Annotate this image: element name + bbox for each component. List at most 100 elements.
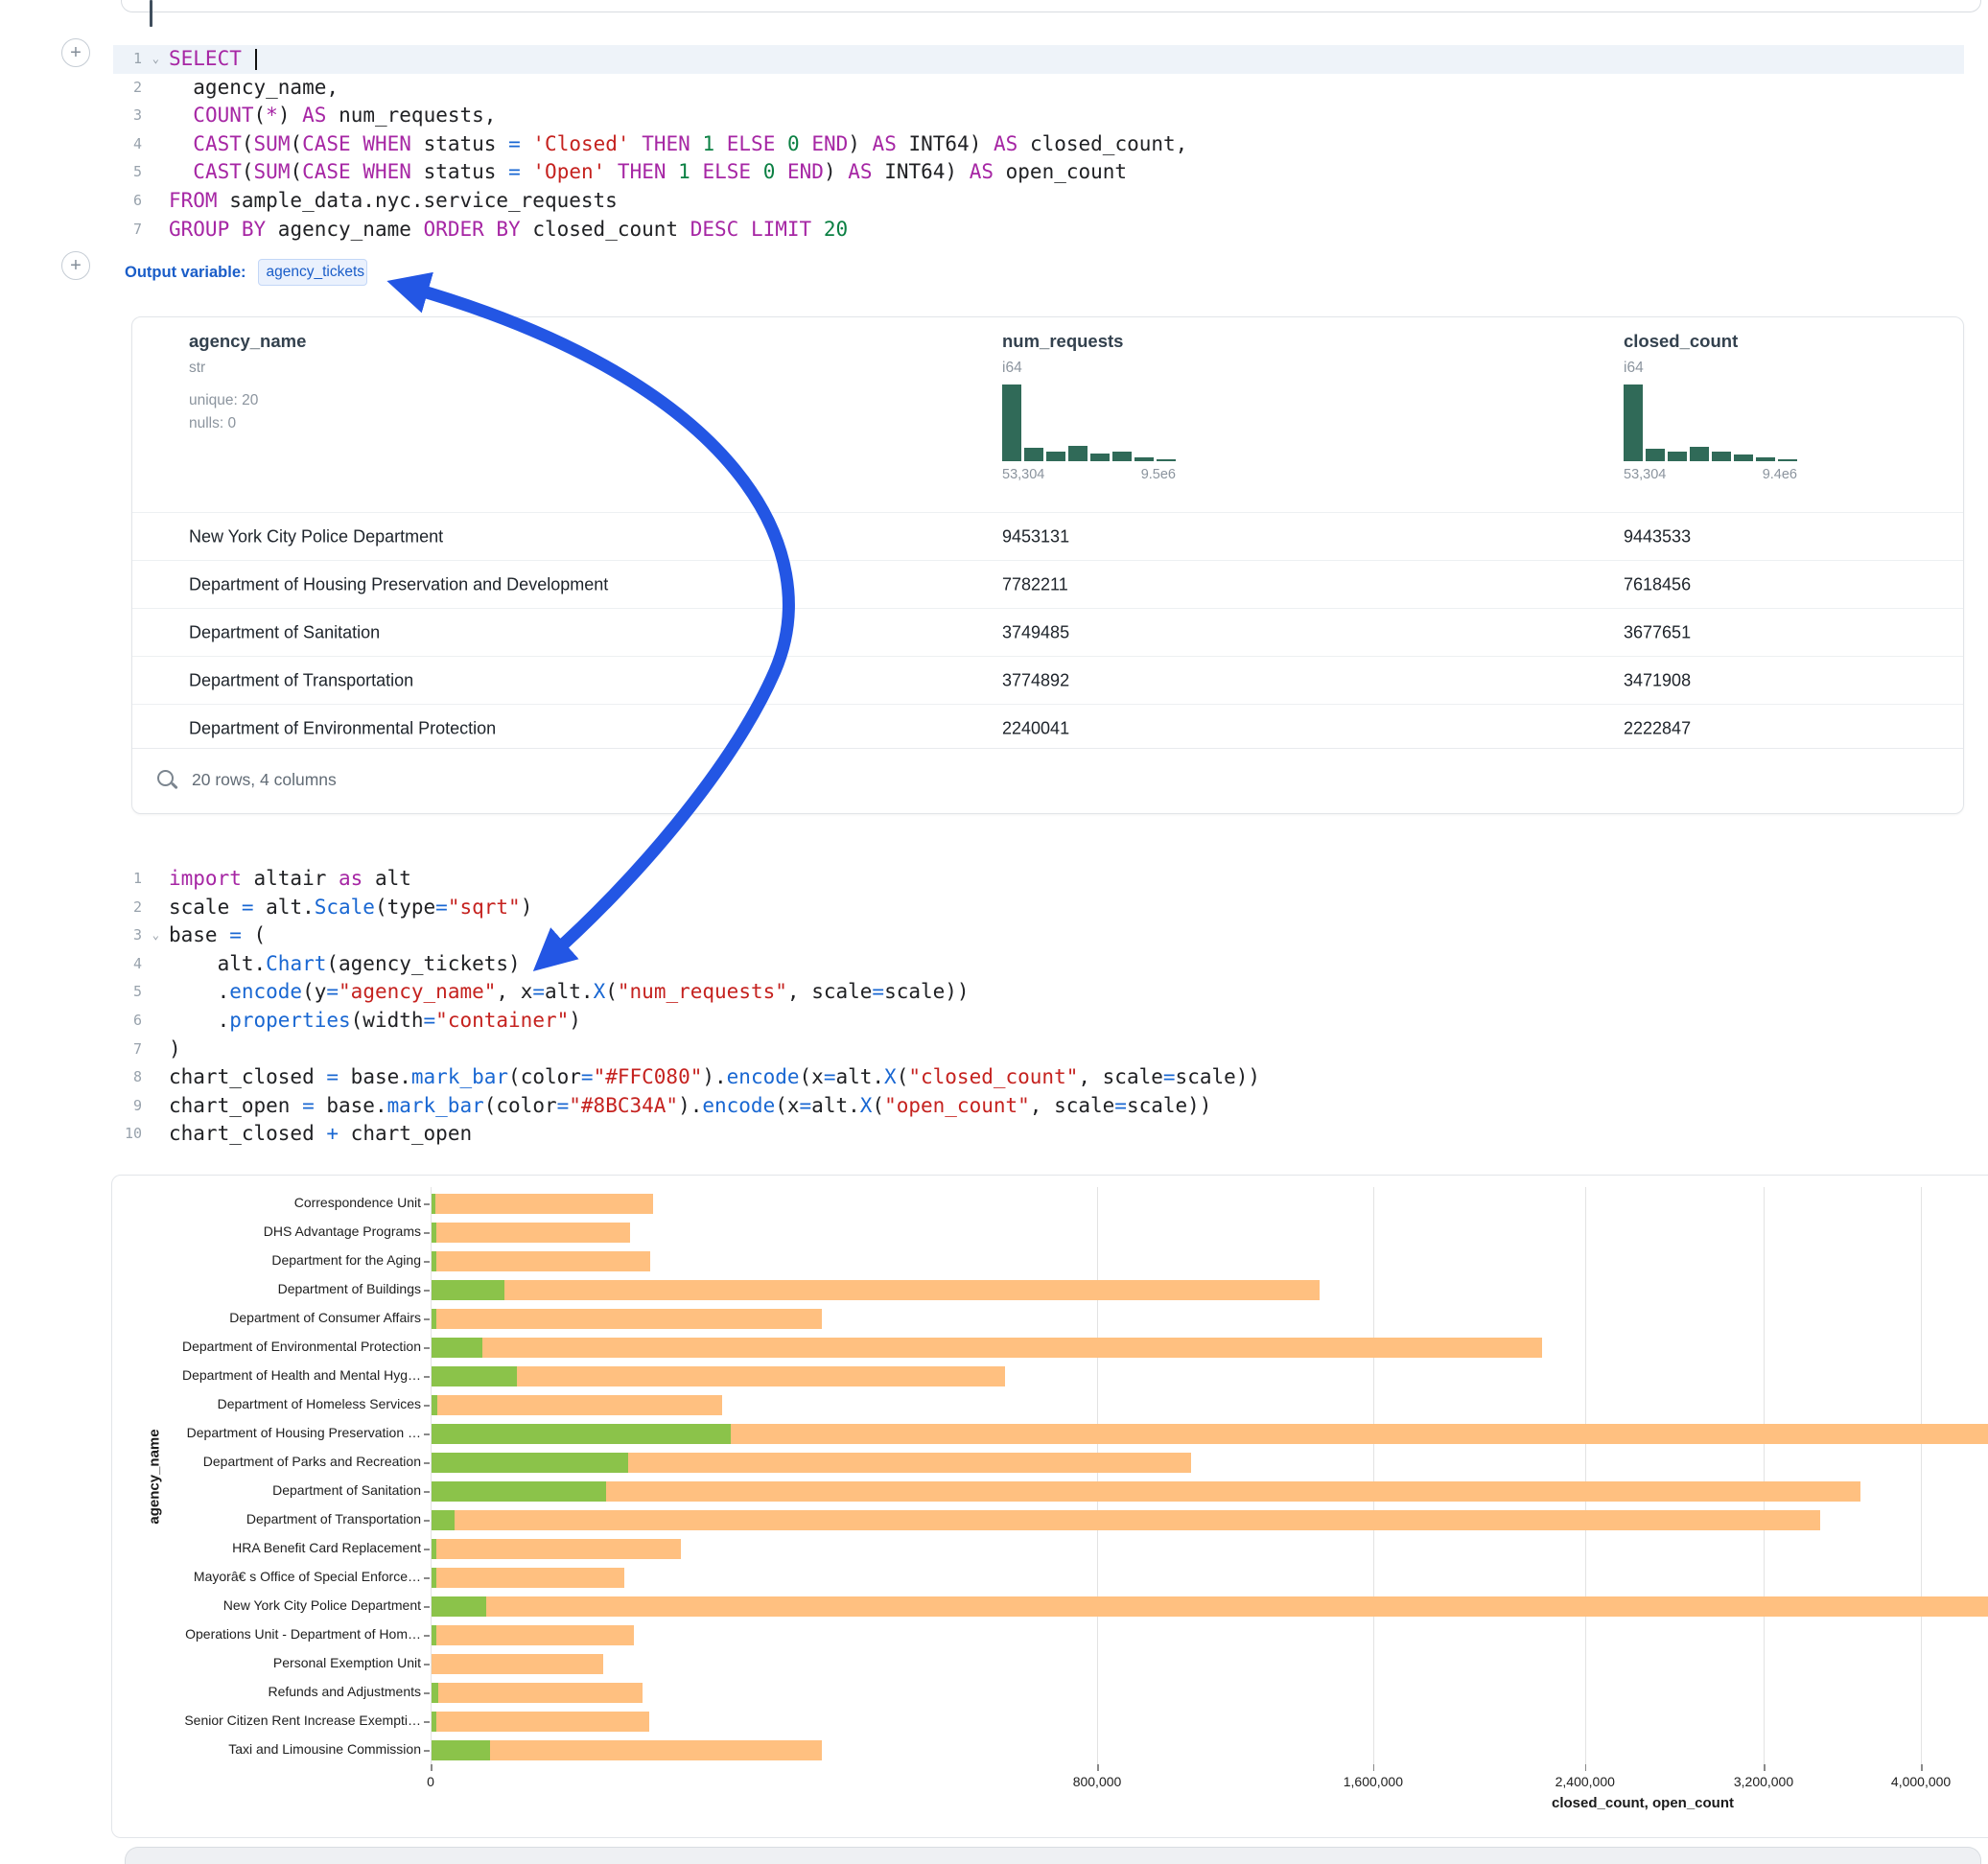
column-type: str xyxy=(189,360,205,377)
add-cell-button-top[interactable]: + xyxy=(61,38,90,67)
column-header[interactable]: closed_count xyxy=(1624,331,1738,352)
bar-closed xyxy=(432,1309,822,1329)
x-axis-tick xyxy=(1585,1764,1587,1771)
histogram-bar xyxy=(1068,446,1088,461)
y-axis-label: Operations Unit - Department of Hom… xyxy=(112,1626,421,1642)
histogram-max-label: 9.5e6 xyxy=(1114,467,1176,482)
table-row[interactable]: Department of Housing Preservation and D… xyxy=(132,560,1963,608)
bar-open xyxy=(432,1223,436,1243)
x-axis-label: 0 xyxy=(427,1774,434,1789)
output-variable-label: Output variable: xyxy=(125,264,246,282)
table-cell: Department of Housing Preservation and D… xyxy=(189,574,608,594)
line-number: 6 xyxy=(113,187,142,216)
code-line[interactable]: chart_open = base.mark_bar(color="#8BC34… xyxy=(169,1092,1260,1121)
next-cell-edge xyxy=(125,1847,1981,1864)
code-line[interactable]: GROUP BY agency_name ORDER BY closed_cou… xyxy=(169,216,1187,245)
y-axis-tick xyxy=(424,1750,430,1752)
table-summary: 20 rows, 4 columns xyxy=(192,770,337,790)
line-number: 3⌄ xyxy=(113,921,142,950)
add-cell-button-output[interactable]: + xyxy=(61,251,90,280)
y-axis-tick xyxy=(424,1261,430,1263)
column-histogram xyxy=(1624,384,1797,461)
bar-closed xyxy=(432,1596,1988,1617)
table-row[interactable]: New York City Police Department945313194… xyxy=(132,512,1963,560)
histogram-max-label: 9.4e6 xyxy=(1736,467,1797,482)
histogram-min-label: 53,304 xyxy=(1002,467,1044,482)
gridline xyxy=(1764,1187,1765,1764)
code-line[interactable]: chart_closed + chart_open xyxy=(169,1120,1260,1149)
code-line[interactable]: base = ( xyxy=(169,921,1260,950)
table-row[interactable]: Department of Environmental Protection22… xyxy=(132,704,1963,752)
y-axis-tick xyxy=(424,1692,430,1694)
x-axis-tick xyxy=(1764,1764,1766,1771)
bar-closed xyxy=(432,1740,822,1760)
histogram-bar xyxy=(1756,457,1775,461)
bar-closed xyxy=(432,1654,603,1674)
bar-open xyxy=(432,1280,504,1300)
table-row[interactable]: Department of Sanitation37494853677651 xyxy=(132,608,1963,656)
bar-open xyxy=(432,1424,731,1444)
fold-chevron-icon[interactable]: ⌄ xyxy=(152,45,159,74)
y-axis-tick xyxy=(424,1606,430,1608)
bar-closed xyxy=(432,1568,624,1588)
python-code-editor[interactable]: import altair as altscale = alt.Scale(ty… xyxy=(169,865,1260,1149)
bar-closed xyxy=(432,1366,1005,1386)
code-line[interactable]: FROM sample_data.nyc.service_requests xyxy=(169,187,1187,216)
code-line[interactable]: import altair as alt xyxy=(169,865,1260,894)
histogram-bar xyxy=(1778,459,1797,461)
y-axis-tick xyxy=(424,1433,430,1435)
x-axis-label: 2,400,000 xyxy=(1555,1774,1615,1789)
bar-open xyxy=(432,1596,486,1617)
code-line[interactable]: COUNT(*) AS num_requests, xyxy=(169,102,1187,130)
gridline xyxy=(1097,1187,1098,1764)
x-axis-label: 1,600,000 xyxy=(1344,1774,1403,1789)
table-cell: 3677651 xyxy=(1624,622,1691,642)
line-number: 1⌄ xyxy=(113,45,142,74)
code-line[interactable]: agency_name, xyxy=(169,74,1187,103)
code-line[interactable]: .properties(width="container") xyxy=(169,1007,1260,1036)
y-axis-label: Senior Citizen Rent Increase Exempti… xyxy=(112,1713,421,1728)
code-line[interactable]: ) xyxy=(169,1036,1260,1064)
histogram-bar xyxy=(1002,384,1021,461)
y-axis-tick xyxy=(424,1520,430,1522)
table-cell: 9443533 xyxy=(1624,526,1691,547)
y-axis-tick xyxy=(424,1664,430,1666)
bar-open xyxy=(432,1481,606,1502)
y-axis-label: Department for the Aging xyxy=(112,1252,421,1268)
column-header[interactable]: agency_name xyxy=(189,331,306,352)
y-axis-line xyxy=(431,1187,432,1764)
sql-code-editor[interactable]: SELECT agency_name, COUNT(*) AS num_requ… xyxy=(169,45,1187,244)
chart-card: 0800,0001,600,0002,400,0003,200,0004,000… xyxy=(111,1175,1988,1838)
code-line[interactable]: chart_closed = base.mark_bar(color="#FFC… xyxy=(169,1063,1260,1092)
code-line[interactable]: scale = alt.Scale(type="sqrt") xyxy=(169,894,1260,922)
histogram-bar xyxy=(1046,452,1065,461)
histogram-bar xyxy=(1134,457,1154,461)
histogram-bar xyxy=(1690,447,1709,461)
column-header[interactable]: num_requests xyxy=(1002,331,1123,352)
output-variable-badge[interactable]: agency_tickets xyxy=(258,259,367,286)
gridline xyxy=(1921,1187,1922,1764)
y-axis-tick xyxy=(424,1203,430,1205)
fold-chevron-icon[interactable]: ⌄ xyxy=(152,921,159,950)
code-line[interactable]: CAST(SUM(CASE WHEN status = 'Open' THEN … xyxy=(169,158,1187,187)
y-axis-label: Department of Buildings xyxy=(112,1281,421,1296)
gridline xyxy=(1373,1187,1374,1764)
table-row[interactable]: Department of Transportation377489234719… xyxy=(132,656,1963,704)
code-line[interactable]: alt.Chart(agency_tickets) xyxy=(169,950,1260,979)
search-icon[interactable] xyxy=(157,770,174,786)
x-axis-label: 800,000 xyxy=(1073,1774,1122,1789)
y-axis-tick xyxy=(424,1318,430,1320)
code-line[interactable]: CAST(SUM(CASE WHEN status = 'Closed' THE… xyxy=(169,130,1187,159)
y-axis-label: Correspondence Unit xyxy=(112,1195,421,1210)
bar-open xyxy=(432,1539,436,1559)
code-line[interactable]: .encode(y="agency_name", x=alt.X("num_re… xyxy=(169,978,1260,1007)
table-cell: Department of Sanitation xyxy=(189,622,380,642)
code-line[interactable]: SELECT xyxy=(169,45,1187,74)
y-axis-label: New York City Police Department xyxy=(112,1597,421,1613)
cell-focus-indicator xyxy=(150,0,152,27)
line-number: 8 xyxy=(113,1063,142,1092)
x-axis-tick xyxy=(1921,1764,1923,1771)
python-line-numbers: 123⌄45678910 xyxy=(113,865,142,1149)
y-axis-label: Mayorâ€ s Office of Special Enforce… xyxy=(112,1569,421,1584)
bar-closed xyxy=(432,1683,643,1703)
